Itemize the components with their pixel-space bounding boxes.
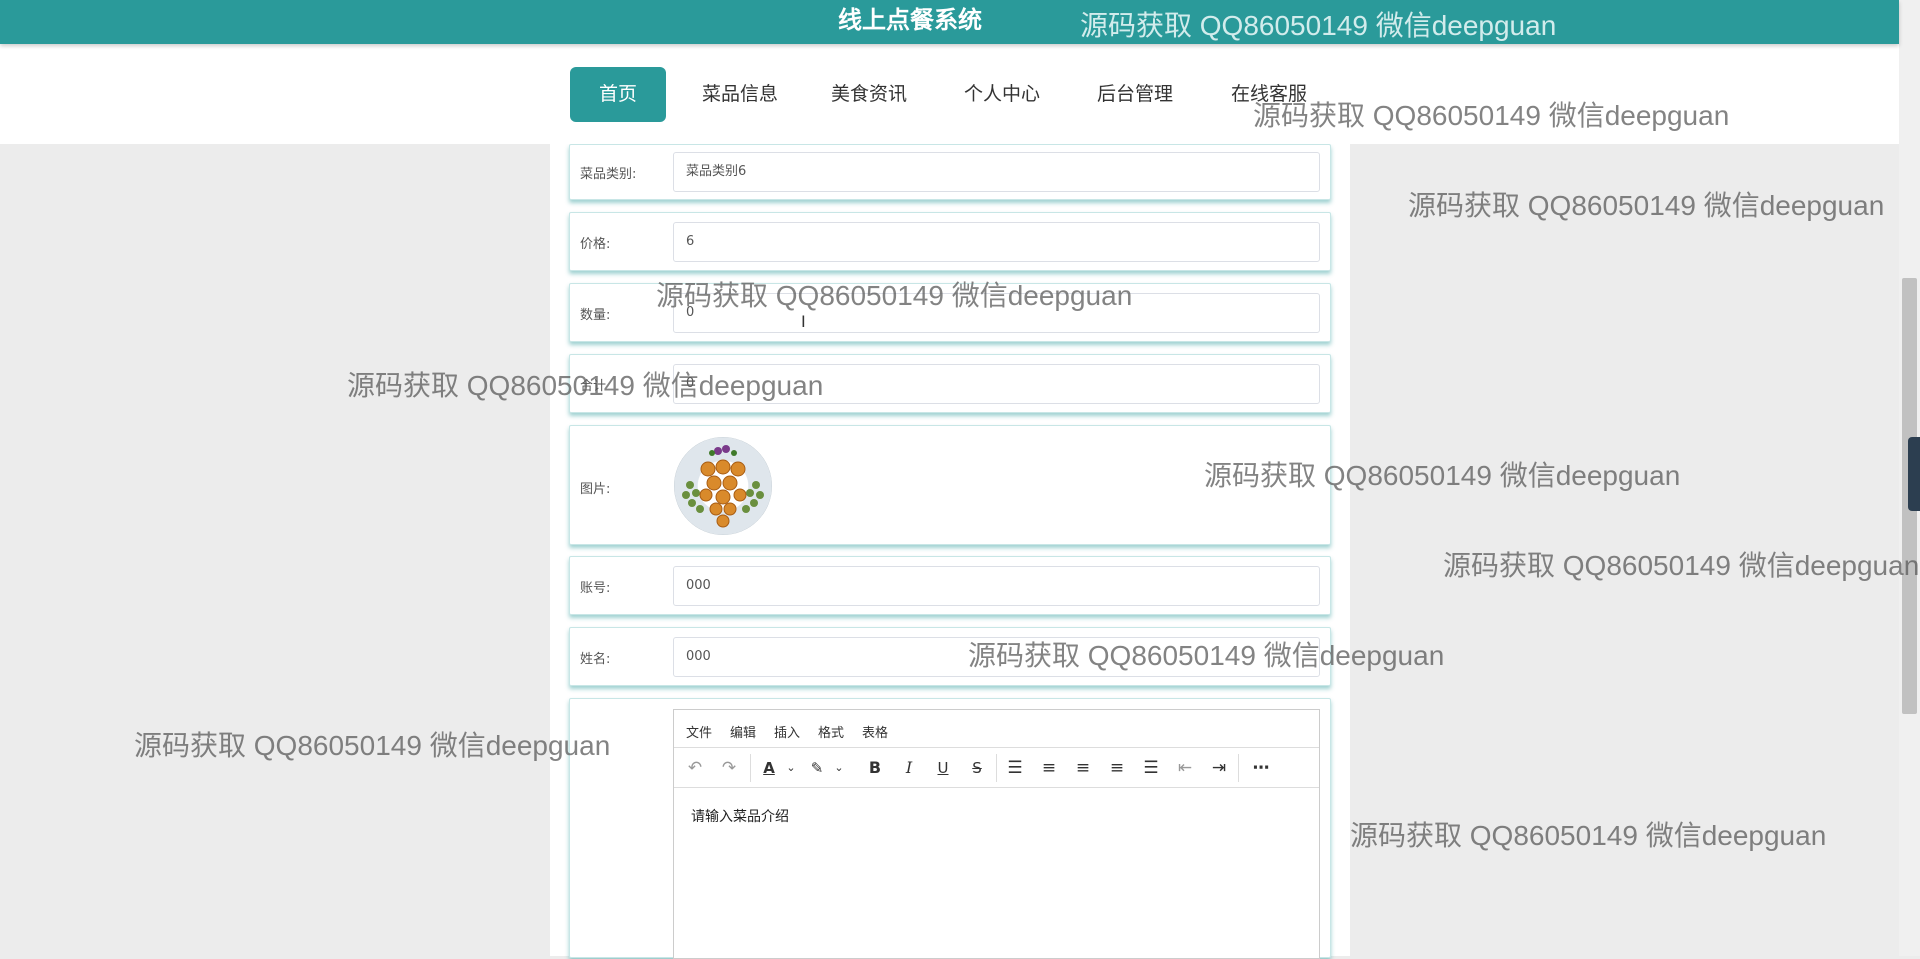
- dish-image[interactable]: [674, 437, 772, 535]
- text-cursor-icon: I: [801, 312, 806, 331]
- menu-edit[interactable]: 编辑: [730, 722, 756, 741]
- more-icon[interactable]: ⋯: [1250, 758, 1272, 778]
- price-field[interactable]: 6: [673, 222, 1320, 262]
- nav-item-dishes[interactable]: 菜品信息: [690, 67, 790, 122]
- justify-icon[interactable]: ☰: [1140, 758, 1162, 778]
- toolbar-divider: [996, 754, 997, 782]
- watermark: 源码获取 QQ86050149 微信deepguan: [1443, 550, 1920, 581]
- watermark: 源码获取 QQ86050149 微信deepguan: [1408, 190, 1885, 221]
- category-row: 菜品类别: 菜品类别6: [569, 144, 1331, 200]
- menu-file[interactable]: 文件: [686, 722, 712, 741]
- site-title: 线上点餐系统: [838, 6, 982, 34]
- menu-format[interactable]: 格式: [818, 722, 844, 741]
- category-label: 菜品类别:: [580, 167, 637, 182]
- strikethrough-icon[interactable]: S: [966, 758, 988, 778]
- highlight-icon[interactable]: ✎: [806, 758, 828, 778]
- editor-toolbar: ↶ ↷ A ⌄ ✎ ⌄ B I U S ☰ ≡ ≡ ≡ ☰ ⇤ ⇥ ⋯: [674, 748, 1319, 788]
- align-left-icon[interactable]: ≡: [1038, 758, 1060, 778]
- watermark: 源码获取 QQ86050149 微信deepguan: [1350, 820, 1827, 851]
- total-row: 合计 0: [569, 354, 1331, 413]
- nav-item-home[interactable]: 首页: [570, 67, 666, 122]
- toolbar-divider: [1238, 754, 1239, 782]
- italic-icon[interactable]: I: [898, 758, 920, 778]
- outdent-icon[interactable]: ⇤: [1174, 758, 1196, 778]
- quantity-field[interactable]: 0: [673, 293, 1320, 333]
- chevron-down-icon[interactable]: ⌄: [780, 758, 802, 778]
- quantity-label: 数量:: [580, 308, 611, 323]
- menu-table[interactable]: 表格: [862, 722, 888, 741]
- image-label: 图片:: [580, 482, 611, 497]
- indent-icon[interactable]: ⇥: [1208, 758, 1230, 778]
- bold-icon[interactable]: B: [864, 758, 886, 778]
- site-header: 线上点餐系统: [0, 0, 1899, 44]
- dish-image-graphic: [682, 445, 764, 528]
- main-nav: 首页 菜品信息 美食资讯 个人中心 后台管理 在线客服: [0, 44, 1899, 144]
- account-row: 账号: 000: [569, 556, 1331, 615]
- account-field[interactable]: 000: [673, 566, 1320, 606]
- redo-icon[interactable]: ↷: [718, 758, 740, 778]
- font-color-icon[interactable]: A: [758, 758, 780, 778]
- underline-icon[interactable]: U: [932, 758, 954, 778]
- total-field[interactable]: 0: [673, 364, 1320, 404]
- price-row: 价格: 6: [569, 212, 1331, 271]
- nav-item-admin[interactable]: 后台管理: [1084, 67, 1186, 122]
- menu-insert[interactable]: 插入: [774, 722, 800, 741]
- image-row: 图片:: [569, 425, 1331, 545]
- editor-menu-bar: 文件 编辑 插入 格式 表格: [674, 710, 1319, 748]
- price-label: 价格:: [580, 237, 611, 252]
- name-field[interactable]: 000: [673, 637, 1320, 677]
- total-label: 合计: [580, 379, 607, 394]
- quantity-row: 数量: 0: [569, 283, 1331, 342]
- name-label: 姓名:: [580, 652, 611, 667]
- toolbar-divider: [750, 754, 751, 782]
- align-right-icon[interactable]: ≡: [1106, 758, 1128, 778]
- undo-icon[interactable]: ↶: [684, 758, 706, 778]
- rich-text-editor[interactable]: 文件 编辑 插入 格式 表格 ↶ ↷ A ⌄ ✎ ⌄ B I U S ☰ ≡ ≡…: [673, 709, 1320, 959]
- editor-placeholder: 请输入菜品介绍: [691, 809, 789, 825]
- align-center-icon[interactable]: ≡: [1072, 758, 1094, 778]
- side-float-widget[interactable]: [1908, 437, 1920, 511]
- nav-item-customer-service[interactable]: 在线客服: [1218, 67, 1320, 122]
- category-field[interactable]: 菜品类别6: [673, 152, 1320, 192]
- account-label: 账号:: [580, 581, 611, 596]
- numbered-list-icon[interactable]: ☰: [1004, 758, 1026, 778]
- nav-item-food-news[interactable]: 美食资讯: [818, 67, 920, 122]
- name-row: 姓名: 000: [569, 627, 1331, 686]
- watermark: 源码获取 QQ86050149 微信deepguan: [134, 730, 611, 761]
- intro-row: 文件 编辑 插入 格式 表格 ↶ ↷ A ⌄ ✎ ⌄ B I U S ☰ ≡ ≡…: [569, 698, 1331, 959]
- nav-item-personal-center[interactable]: 个人中心: [952, 67, 1052, 122]
- chevron-down-icon[interactable]: ⌄: [828, 758, 850, 778]
